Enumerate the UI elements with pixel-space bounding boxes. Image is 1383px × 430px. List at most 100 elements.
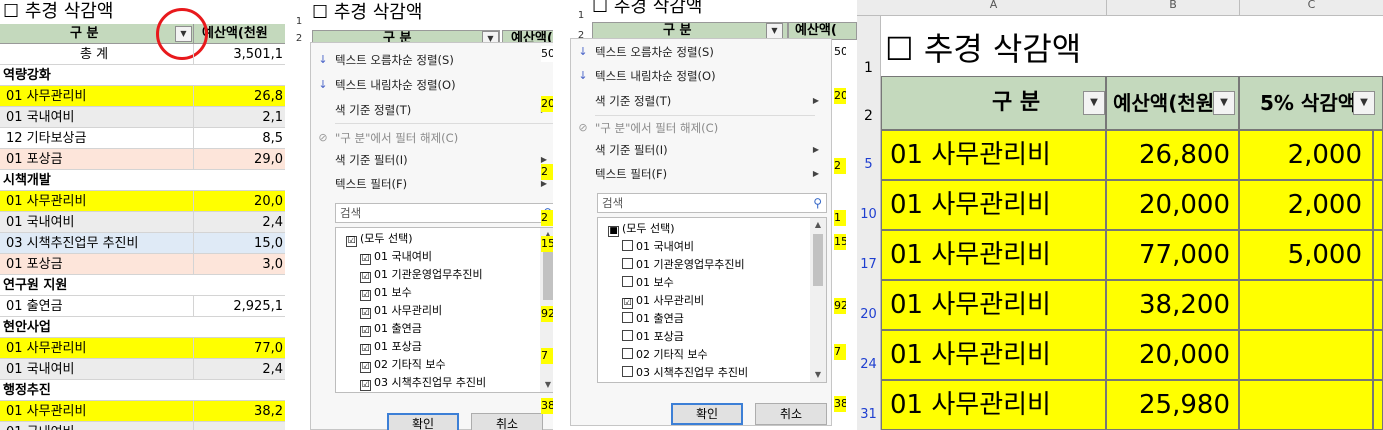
list-scrollbar[interactable]: ▲ ▼ <box>810 218 826 382</box>
category-header-row[interactable]: 역량강화 <box>0 65 285 86</box>
cell-budget[interactable]: 20,000 <box>1106 180 1239 230</box>
checkbox[interactable]: ☑ <box>360 362 371 373</box>
table-row[interactable]: 01 사무관리비 38,2 <box>0 401 285 422</box>
cell-next[interactable] <box>1373 230 1383 280</box>
row-number[interactable]: 20 <box>857 280 881 330</box>
checkbox[interactable]: ☑ <box>346 236 357 247</box>
checkbox[interactable] <box>622 276 633 287</box>
scrollbar-thumb[interactable] <box>543 244 553 300</box>
checkbox[interactable]: ☑ <box>360 272 371 283</box>
menu-filter-by-color[interactable]: 색 기준 필터(I) ▶ <box>571 139 831 161</box>
table-row[interactable]: 01 사무관리비 77,0 <box>0 338 285 359</box>
checkbox[interactable] <box>622 312 633 323</box>
menu-text-filter[interactable]: 텍스트 필터(F) ▶ <box>571 163 831 185</box>
filter-list-item[interactable]: 03 시책추진업무 추진비 <box>622 364 748 382</box>
checkbox[interactable]: ☑ <box>360 344 371 355</box>
filter-list-item[interactable]: ☑ 01 출연금 <box>360 320 422 338</box>
menu-sort-by-color[interactable]: 색 기준 정렬(T)▶ <box>311 99 553 121</box>
cell-next[interactable] <box>1373 180 1383 230</box>
table-row[interactable]: 01 출연금 2,925,1 <box>0 296 285 317</box>
cell-category[interactable]: 01 사무관리비 <box>881 280 1106 330</box>
checkbox[interactable]: ☑ <box>360 380 371 391</box>
table-row[interactable]: 01 포상금 3,0 <box>0 254 285 275</box>
checkbox[interactable] <box>622 366 633 377</box>
filter-list-item[interactable]: ☑ 02 기타직 보수 <box>360 356 446 374</box>
table-row[interactable]: 01 국내여비 2,4 <box>0 212 285 233</box>
checkbox[interactable]: ☑ <box>360 308 371 319</box>
ok-button[interactable]: 확인 <box>671 403 743 425</box>
filter-list-item[interactable]: ☑ 01 포상금 <box>360 338 422 356</box>
filter-list-item[interactable]: ■ (모두 선택) <box>608 220 675 238</box>
cell-budget[interactable]: 38,200 <box>1106 280 1239 330</box>
table-row[interactable]: 01 사무관리비 20,0 <box>0 191 285 212</box>
checkbox[interactable]: ■ <box>608 226 619 237</box>
filter-list-item[interactable]: ☑ 01 국내여비 <box>360 248 432 266</box>
filter-dropdown-button[interactable]: ▼ <box>1213 91 1235 115</box>
cell-cut[interactable]: 5,000 <box>1239 230 1373 280</box>
cell-budget[interactable]: 26,800 <box>1106 130 1239 180</box>
menu-clear-filter[interactable]: ⊘ "구 분"에서 필터 해제(C) <box>311 127 553 149</box>
search-input[interactable]: 검색⚲ <box>597 193 827 213</box>
table-row[interactable]: 01 사무관리비 26,8 <box>0 86 285 107</box>
scroll-down-icon[interactable]: ▼ <box>540 378 553 392</box>
filter-list-item[interactable]: ☑ 01 사무관리비 <box>622 292 704 310</box>
menu-sort-by-color[interactable]: 색 기준 정렬(T)▶ <box>571 90 831 112</box>
scrollbar-thumb[interactable] <box>813 234 823 286</box>
cell-cut[interactable] <box>1239 280 1373 330</box>
cell-budget[interactable]: 25,980 <box>1106 380 1239 430</box>
filter-list-item[interactable]: ☑ 03 시책추진업무 추진비 <box>360 374 486 392</box>
filter-active-icon[interactable]: ▼ <box>1083 91 1105 115</box>
menu-sort-descending[interactable]: ↓ 텍스트 내림차순 정렬(O) <box>311 74 553 96</box>
checkbox[interactable] <box>622 348 633 359</box>
ok-button[interactable]: 확인 <box>387 413 459 430</box>
cell-next[interactable] <box>1373 330 1383 380</box>
row-number[interactable]: 5 <box>857 130 881 180</box>
cell-category[interactable]: 01 사무관리비 <box>881 130 1106 180</box>
category-header-row[interactable]: 연구원 지원 <box>0 275 285 296</box>
filter-list-item[interactable]: ☑ 01 사무관리비 <box>360 302 442 320</box>
table-row[interactable]: 01 국내여비 <box>0 422 285 430</box>
select-all-corner[interactable] <box>857 0 881 16</box>
cell-cut[interactable] <box>1239 380 1373 430</box>
cell-next[interactable] <box>1373 280 1383 330</box>
row-number[interactable]: 17 <box>857 230 881 280</box>
filter-list-item[interactable]: 02 기타직 보수 <box>622 346 708 364</box>
table-row[interactable]: 12 기타보상금 8,5 <box>0 128 285 149</box>
row-number[interactable]: 1 <box>857 16 881 76</box>
filter-list-item[interactable]: ☑ 01 보수 <box>360 284 412 302</box>
menu-sort-ascending[interactable]: ↓ 텍스트 오름차순 정렬(S) <box>311 49 553 71</box>
column-header-b[interactable]: B <box>1106 0 1239 16</box>
search-input[interactable]: 검색⚲ <box>335 203 553 223</box>
cell-cut[interactable]: 2,000 <box>1239 180 1373 230</box>
filter-list-item[interactable]: 01 기관운영업무추진비 <box>622 256 745 274</box>
menu-text-filter[interactable]: 텍스트 필터(F) ▶ <box>311 173 553 195</box>
checkbox[interactable] <box>622 258 633 269</box>
table-row[interactable]: 03 시책추진업무 추진비 15,0 <box>0 233 285 254</box>
menu-sort-ascending[interactable]: ↓ 텍스트 오름차순 정렬(S) <box>571 41 831 63</box>
table-row[interactable]: 01 국내여비 2,1 <box>0 107 285 128</box>
checkbox[interactable]: ☑ <box>360 254 371 265</box>
filter-list-item[interactable]: 01 출연금 <box>622 310 684 328</box>
cell-budget[interactable]: 77,000 <box>1106 230 1239 280</box>
checkbox[interactable] <box>622 330 633 341</box>
menu-clear-filter[interactable]: ⊘ "구 분"에서 필터 해제(C) <box>571 117 831 139</box>
cell-category[interactable]: 01 사무관리비 <box>881 230 1106 280</box>
cell-next[interactable] <box>1373 130 1383 180</box>
checkbox[interactable] <box>622 240 633 251</box>
column-header-a[interactable]: A <box>881 0 1106 16</box>
column-header-c[interactable]: C <box>1239 0 1383 16</box>
table-row[interactable]: 01 국내여비 2,4 <box>0 359 285 380</box>
cell-next[interactable] <box>1373 380 1383 430</box>
filter-list-item[interactable]: 01 보수 <box>622 274 674 292</box>
category-header-row[interactable]: 시책개발 <box>0 170 285 191</box>
filter-dropdown-button[interactable]: ▼ <box>1353 91 1375 115</box>
category-header-row[interactable]: 현안사업 <box>0 317 285 338</box>
checkbox[interactable]: ☑ <box>360 326 371 337</box>
scroll-up-icon[interactable]: ▲ <box>810 218 826 232</box>
category-header-row[interactable]: 행정추진 <box>0 380 285 401</box>
filter-list-item[interactable]: ☑ (모두 선택) <box>346 230 413 248</box>
row-number[interactable]: 10 <box>857 180 881 230</box>
cancel-button[interactable]: 취소 <box>471 413 543 430</box>
filter-list-item[interactable]: 01 포상금 <box>622 328 684 346</box>
checkbox[interactable]: ☑ <box>622 298 633 309</box>
